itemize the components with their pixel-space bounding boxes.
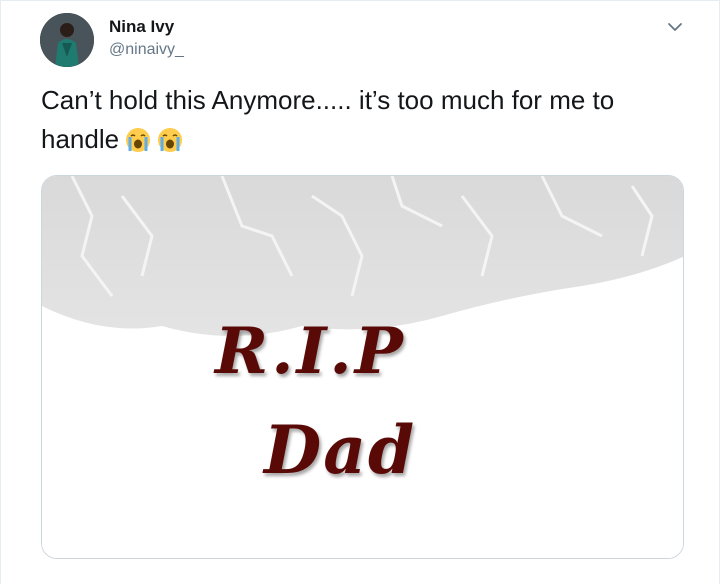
- chevron-down-icon[interactable]: [663, 15, 687, 39]
- tweet-media-image[interactable]: R.I.P Dad: [41, 175, 684, 559]
- loudly-crying-face-icon: [125, 125, 151, 164]
- loudly-crying-face-icon: [157, 125, 183, 164]
- avatar[interactable]: [40, 13, 94, 67]
- avatar-image: [40, 13, 94, 67]
- user-handle[interactable]: @ninaivy_: [109, 41, 184, 59]
- tweet-card[interactable]: Nina Ivy @ninaivy_ Can’t hold this Anymo…: [0, 0, 720, 584]
- tweet-text: Can’t hold this Anymore..... it’s too mu…: [41, 81, 661, 164]
- rip-heading: R.I.P: [215, 314, 406, 389]
- dad-heading: Dad: [264, 411, 417, 489]
- display-name[interactable]: Nina Ivy: [109, 17, 174, 37]
